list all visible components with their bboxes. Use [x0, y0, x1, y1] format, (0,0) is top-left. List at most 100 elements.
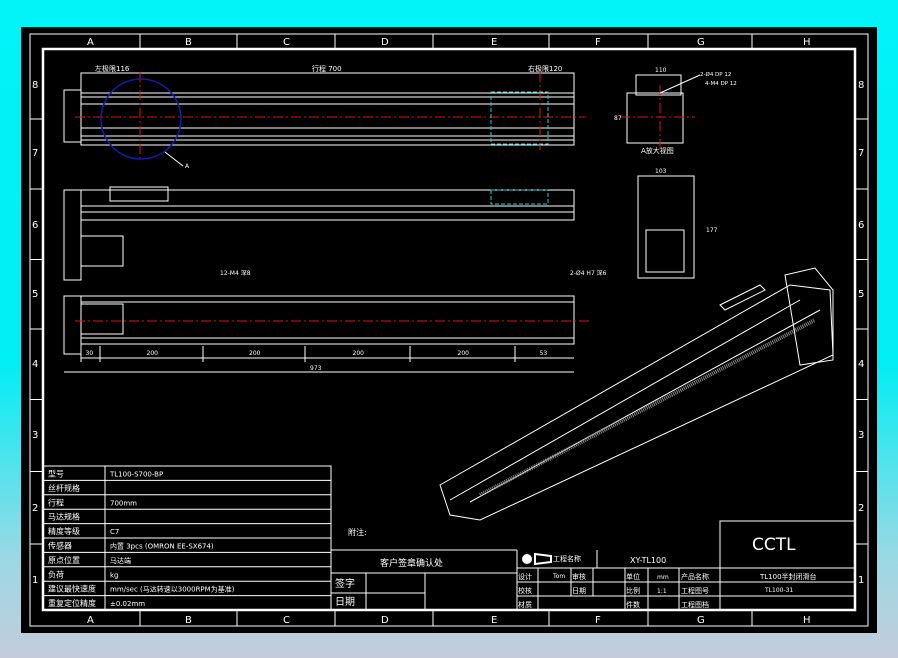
column-label: F: [595, 615, 601, 626]
spec-label: 马达规格: [48, 512, 80, 522]
width-dim: 110: [655, 67, 667, 74]
top-view: A 左极限116 行程 700 右极限120: [63, 64, 585, 170]
unit-label: 单位: [626, 572, 640, 581]
end-width-dim: 103: [655, 168, 667, 175]
column-label: H: [803, 37, 811, 48]
dimension-label: 30: [86, 350, 94, 357]
scale-label: 比例: [626, 586, 640, 595]
dimension-label: 200: [458, 350, 470, 357]
column-label: G: [697, 37, 705, 48]
row-label: 2: [858, 503, 864, 514]
spec-label: 建议最快速度: [48, 584, 96, 594]
pin-hole-note: 2-Ø4 H7 深6: [570, 269, 607, 277]
column-label: A: [87, 37, 94, 48]
drawing-canvas: AABBCCDDEEFFGGHH8 87 76 65 54 43 32 21 1 A 左极限11…: [29, 33, 869, 627]
row-label: 4: [32, 359, 38, 370]
project-name-label: 工程名称: [553, 554, 581, 563]
row-label: 5: [858, 289, 864, 300]
customer-title: 客户签章确认处: [380, 557, 443, 569]
column-label: B: [185, 37, 192, 48]
scale-value: 1:1: [657, 588, 667, 595]
product-label: 产品名称: [681, 572, 709, 581]
stroke-label: 行程 700: [312, 64, 342, 73]
hole-note-1: 2-Ø4 DP 12: [700, 71, 731, 78]
spec-value: 700mm: [110, 499, 137, 507]
spec-value: mm/sec (马达转速以3000RPM为基准): [110, 585, 235, 594]
column-label: B: [185, 615, 192, 626]
dimension-label: 53: [540, 350, 548, 357]
column-label: D: [381, 615, 389, 626]
spec-label: 精度等级: [48, 526, 80, 536]
side-view: [63, 186, 575, 281]
design-label: 设计: [518, 572, 532, 581]
dimension-label: 200: [249, 350, 261, 357]
spec-label: 丝杆规格: [48, 483, 80, 493]
company-logo: CCTL: [752, 535, 796, 555]
spec-label: 原点位置: [48, 555, 80, 565]
column-label: F: [595, 37, 601, 48]
thread-note: 12-M4 深8: [220, 269, 251, 277]
row-label: 2: [32, 503, 38, 514]
customer-signoff: 客户签章确认处 签字 日期: [331, 549, 518, 610]
dimension-label: 200: [147, 350, 159, 357]
right-limit-label: 右极限120: [528, 64, 562, 73]
cad-drawing-sheet[interactable]: AABBCCDDEEFFGGHH8877665544332211 A 左极限11…: [21, 27, 877, 633]
column-label: A: [87, 615, 94, 626]
left-limit-label: 左极限116: [95, 64, 130, 73]
row-label: 8: [858, 80, 864, 91]
spec-value: kg: [110, 571, 119, 579]
designer: Tom: [552, 573, 565, 580]
row-label: 6: [32, 220, 38, 231]
spec-label: 重复定位精度: [48, 598, 96, 608]
row-label: 7: [858, 148, 864, 159]
spec-table: 型号 TL100-S700-BP 丝杆规格行程 700mm 马达规格精度等级 C7 传感器 内…: [42, 465, 332, 611]
end-view: 103 177: [637, 168, 718, 279]
grid-dividers: [30, 34, 868, 626]
height-dim: 87: [614, 115, 622, 122]
column-label: E: [491, 615, 497, 626]
row-label: 5: [32, 289, 38, 300]
dimension-label: 200: [353, 350, 365, 357]
row-label: 1: [32, 575, 38, 586]
hole-note-2: 4-M4 DP 12: [705, 81, 737, 87]
unit-value: mm: [657, 574, 669, 581]
column-label: E: [491, 37, 497, 48]
row-label: 4: [858, 359, 864, 370]
column-label: G: [697, 615, 705, 626]
total-length-dim: 973: [310, 365, 322, 372]
row-label: 3: [32, 430, 38, 441]
column-label: C: [283, 37, 290, 48]
spec-label: 传感器: [48, 541, 72, 551]
spec-label: 型号: [48, 470, 64, 479]
row-label: 6: [858, 220, 864, 231]
row-label: 7: [32, 148, 38, 159]
tb-date-label: 日期: [572, 587, 586, 595]
title-block: CCTL 工程名称 XY-TL100 设计 Tom 审核 校核 日期 材质 单位…: [517, 520, 856, 610]
spec-label: 负荷: [48, 569, 64, 579]
spec-value: TL100-S700-BP: [109, 471, 163, 479]
inner-frame: [41, 47, 857, 612]
spec-value: C7: [110, 528, 119, 536]
row-label: 3: [858, 430, 864, 441]
isometric-view: [439, 267, 834, 521]
drawing-file-label: 工程图档: [681, 600, 709, 609]
outer-frame: [29, 33, 869, 627]
drawing-no-label: 工程图号: [681, 586, 709, 595]
drawing-no: TL100-31: [764, 587, 793, 594]
project-name: XY-TL100: [630, 556, 666, 565]
date-label: 日期: [335, 596, 355, 608]
column-label: C: [283, 615, 290, 626]
notes-label: 附注:: [348, 527, 367, 537]
row-label: 8: [32, 80, 38, 91]
detail-label: A: [185, 163, 190, 170]
qty-label: 件数: [626, 600, 640, 609]
bottom-view: 12-M4 深8 2-Ø4 H7 深6 973 30 200 200 200 200 53: [63, 269, 607, 373]
spec-value: 内置 3pcs (OMRON EE-SX674): [110, 542, 214, 551]
row-label: 1: [858, 575, 864, 586]
column-label: D: [381, 37, 389, 48]
spec-label: 行程: [48, 497, 64, 507]
check-label: 校核: [518, 586, 532, 595]
spec-value: ±0.02mm: [110, 600, 145, 608]
product-name: TL100半封闭滑台: [759, 572, 817, 581]
column-label: H: [803, 615, 811, 626]
